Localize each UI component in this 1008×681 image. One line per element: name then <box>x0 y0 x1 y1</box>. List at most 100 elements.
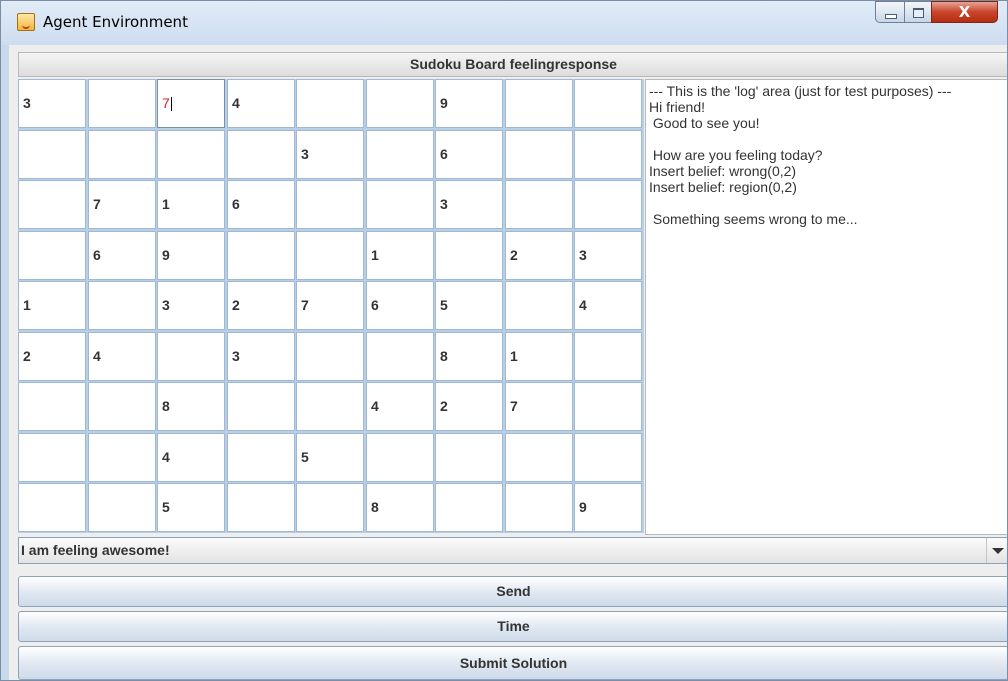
sudoku-cell-r7-c4[interactable] <box>227 382 295 431</box>
sudoku-cell-r3-c2[interactable]: 7 <box>88 180 156 229</box>
sudoku-cell-r9-c9[interactable]: 9 <box>574 483 642 532</box>
sudoku-cell-r1-c7[interactable]: 9 <box>435 79 503 128</box>
sudoku-cell-r9-c1[interactable] <box>18 483 86 532</box>
sudoku-cell-r8-c8[interactable] <box>505 433 573 482</box>
sudoku-cell-r7-c9[interactable] <box>574 382 642 431</box>
log-line: Good to see you! <box>649 115 760 131</box>
sudoku-cell-r9-c6[interactable]: 8 <box>366 483 434 532</box>
log-line: Insert belief: region(0,2) <box>649 179 797 195</box>
sudoku-cell-r2-c5[interactable]: 3 <box>296 130 364 179</box>
sudoku-cell-r8-c6[interactable] <box>366 433 434 482</box>
sudoku-cell-r4-c3[interactable]: 9 <box>157 231 225 280</box>
sudoku-cell-r4-c4[interactable] <box>227 231 295 280</box>
sudoku-cell-r9-c5[interactable] <box>296 483 364 532</box>
sudoku-cell-r5-c7[interactable]: 5 <box>435 281 503 330</box>
sudoku-cell-r5-c5[interactable]: 7 <box>296 281 364 330</box>
sudoku-cell-r7-c3[interactable]: 8 <box>157 382 225 431</box>
sudoku-cell-r2-c9[interactable] <box>574 130 642 179</box>
log-line: Hi friend! <box>649 99 706 115</box>
sudoku-cell-r4-c6[interactable]: 1 <box>366 231 434 280</box>
sudoku-cell-r3-c1[interactable] <box>18 180 86 229</box>
sudoku-cell-r4-c5[interactable] <box>296 231 364 280</box>
sudoku-cell-r6-c6[interactable] <box>366 332 434 381</box>
sudoku-cell-r9-c2[interactable] <box>88 483 156 532</box>
sudoku-cell-r1-c8[interactable] <box>505 79 573 128</box>
sudoku-cell-r7-c5[interactable] <box>296 382 364 431</box>
java-app-icon[interactable] <box>17 13 35 31</box>
sudoku-cell-r9-c3[interactable]: 5 <box>157 483 225 532</box>
sudoku-cell-r6-c2[interactable]: 4 <box>88 332 156 381</box>
sudoku-cell-r7-c2[interactable] <box>88 382 156 431</box>
sudoku-cell-r5-c8[interactable] <box>505 281 573 330</box>
sudoku-cell-r6-c7[interactable]: 8 <box>435 332 503 381</box>
log-line: --- This is the 'log' area (just for tes… <box>649 83 952 99</box>
sudoku-cell-r6-c4[interactable]: 3 <box>227 332 295 381</box>
sudoku-cell-r2-c8[interactable] <box>505 130 573 179</box>
sudoku-cell-r1-c3[interactable]: 7 <box>157 79 225 128</box>
time-button[interactable]: Time <box>18 611 1007 642</box>
sudoku-cell-r6-c1[interactable]: 2 <box>18 332 86 381</box>
dropdown-arrow-icon[interactable] <box>986 538 1007 563</box>
sudoku-cell-r3-c5[interactable] <box>296 180 364 229</box>
sudoku-cell-r6-c9[interactable] <box>574 332 642 381</box>
sudoku-cell-r6-c5[interactable] <box>296 332 364 381</box>
sudoku-cell-r3-c9[interactable] <box>574 180 642 229</box>
close-icon: X <box>958 3 971 21</box>
sudoku-cell-r1-c9[interactable] <box>574 79 642 128</box>
sudoku-cell-r1-c2[interactable] <box>88 79 156 128</box>
sudoku-cell-r8-c2[interactable] <box>88 433 156 482</box>
close-button[interactable]: X <box>931 1 998 23</box>
sudoku-cell-r2-c1[interactable] <box>18 130 86 179</box>
title-bar[interactable]: Agent Environment X <box>1 1 1007 45</box>
sudoku-cell-r7-c8[interactable]: 7 <box>505 382 573 431</box>
send-button[interactable]: Send <box>18 576 1007 607</box>
sudoku-cell-r1-c6[interactable] <box>366 79 434 128</box>
sudoku-cell-r7-c1[interactable] <box>18 382 86 431</box>
feeling-response-dropdown[interactable]: I am feeling awesome! <box>18 537 1007 564</box>
sudoku-cell-r3-c8[interactable] <box>505 180 573 229</box>
sudoku-cell-r6-c3[interactable] <box>157 332 225 381</box>
maximize-button[interactable] <box>904 1 932 23</box>
sudoku-cell-r1-c5[interactable] <box>296 79 364 128</box>
sudoku-cell-r8-c4[interactable] <box>227 433 295 482</box>
sudoku-cell-r7-c6[interactable]: 4 <box>366 382 434 431</box>
sudoku-cell-r6-c8[interactable]: 1 <box>505 332 573 381</box>
sudoku-cell-r3-c4[interactable]: 6 <box>227 180 295 229</box>
sudoku-cell-r8-c7[interactable] <box>435 433 503 482</box>
sudoku-cell-r8-c9[interactable] <box>574 433 642 482</box>
sudoku-cell-r3-c3[interactable]: 1 <box>157 180 225 229</box>
sudoku-cell-r4-c8[interactable]: 2 <box>505 231 573 280</box>
sudoku-cell-r5-c6[interactable]: 6 <box>366 281 434 330</box>
sudoku-cell-r7-c7[interactable]: 2 <box>435 382 503 431</box>
sudoku-cell-r2-c4[interactable] <box>227 130 295 179</box>
sudoku-cell-r8-c1[interactable] <box>18 433 86 482</box>
sudoku-cell-r2-c6[interactable] <box>366 130 434 179</box>
dropdown-selected-value: I am feeling awesome! <box>21 542 170 558</box>
log-area[interactable]: --- This is the 'log' area (just for tes… <box>645 79 1007 535</box>
sudoku-cell-r5-c4[interactable]: 2 <box>227 281 295 330</box>
sudoku-cell-r2-c7[interactable]: 6 <box>435 130 503 179</box>
minimize-button[interactable] <box>875 1 905 23</box>
sudoku-cell-r9-c8[interactable] <box>505 483 573 532</box>
sudoku-cell-r9-c7[interactable] <box>435 483 503 532</box>
sudoku-cell-r2-c3[interactable] <box>157 130 225 179</box>
sudoku-cell-r8-c5[interactable]: 5 <box>296 433 364 482</box>
log-line: How are you feeling today? <box>649 147 823 163</box>
sudoku-cell-r4-c7[interactable] <box>435 231 503 280</box>
sudoku-cell-r5-c9[interactable]: 4 <box>574 281 642 330</box>
sudoku-cell-r4-c9[interactable]: 3 <box>574 231 642 280</box>
sudoku-cell-r4-c2[interactable]: 6 <box>88 231 156 280</box>
sudoku-cell-r2-c2[interactable] <box>88 130 156 179</box>
sudoku-cell-r5-c1[interactable]: 1 <box>18 281 86 330</box>
sudoku-cell-r3-c6[interactable] <box>366 180 434 229</box>
sudoku-cell-r1-c1[interactable]: 3 <box>18 79 86 128</box>
sudoku-cell-r8-c3[interactable]: 4 <box>157 433 225 482</box>
sudoku-cell-r5-c3[interactable]: 3 <box>157 281 225 330</box>
sudoku-cell-r3-c7[interactable]: 3 <box>435 180 503 229</box>
submit-solution-button[interactable]: Submit Solution <box>18 646 1007 680</box>
sudoku-cell-r9-c4[interactable] <box>227 483 295 532</box>
sudoku-cell-r1-c4[interactable]: 4 <box>227 79 295 128</box>
sudoku-cell-r4-c1[interactable] <box>18 231 86 280</box>
sudoku-cell-r5-c2[interactable] <box>88 281 156 330</box>
